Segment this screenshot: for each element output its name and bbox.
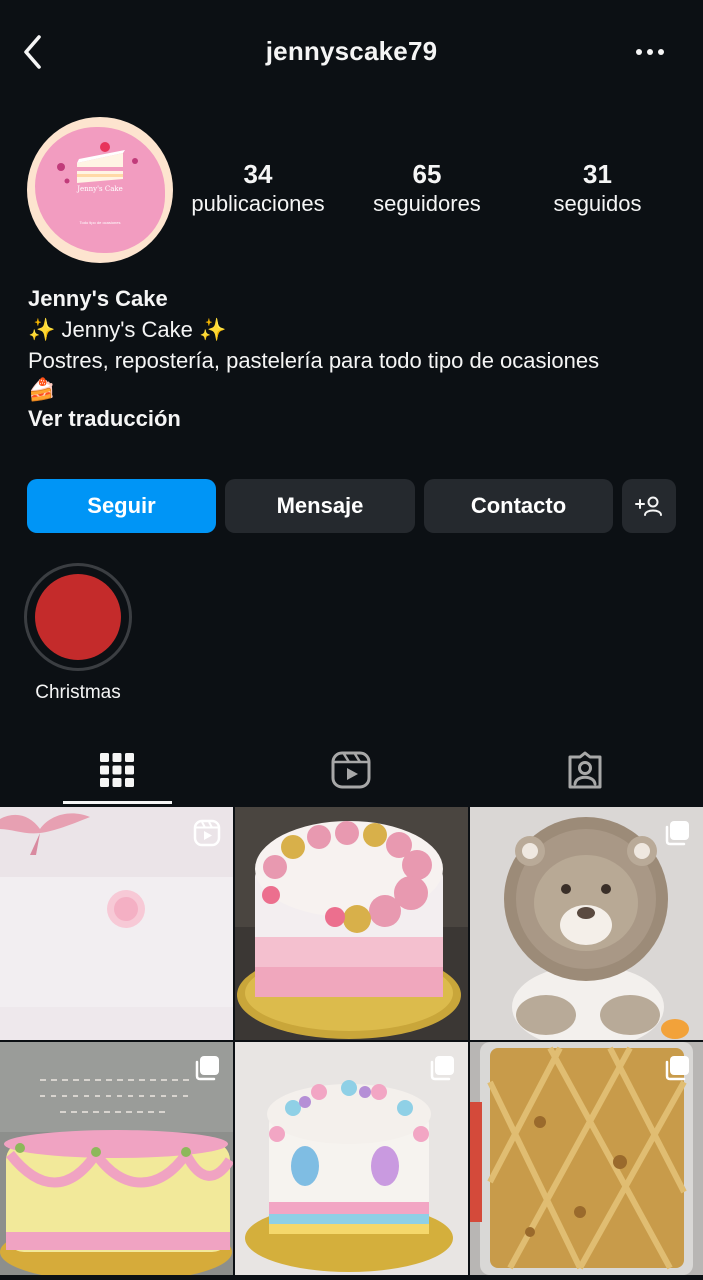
carousel-icon	[665, 821, 689, 846]
stat-following-label: seguidos	[553, 191, 642, 216]
reel-icon	[193, 819, 221, 847]
carousel-icon	[430, 1056, 454, 1081]
stat-following-count: 31	[583, 159, 612, 189]
post-thumbnail[interactable]	[0, 807, 233, 1040]
suggest-user-button[interactable]	[622, 479, 676, 533]
post-thumbnail[interactable]	[235, 1042, 468, 1275]
grid-icon	[100, 753, 134, 787]
stat-posts-label: publicaciones	[191, 191, 325, 216]
stat-followers-label: seguidores	[373, 191, 481, 216]
add-person-icon	[635, 496, 662, 516]
message-button[interactable]: Mensaje	[225, 479, 415, 533]
post-thumbnail[interactable]	[470, 1042, 703, 1275]
posts-grid	[0, 807, 703, 1280]
tab-posts-grid[interactable]	[62, 735, 172, 805]
carousel-icon	[665, 1056, 689, 1081]
stat-posts[interactable]: 34 publicaciones	[178, 158, 338, 218]
contact-button[interactable]: Contacto	[424, 479, 613, 533]
post-thumbnail[interactable]	[235, 807, 468, 1040]
tab-reels[interactable]	[296, 735, 406, 805]
reels-icon	[331, 751, 371, 789]
see-translation-link[interactable]: Ver traducción	[28, 404, 688, 434]
highlight-christmas[interactable]: Christmas	[24, 563, 132, 705]
profile-username: jennyscake79	[265, 36, 438, 66]
stat-posts-count: 34	[243, 159, 273, 189]
stat-followers[interactable]: 65 seguidores	[352, 158, 502, 218]
post-thumbnail[interactable]	[0, 1042, 233, 1275]
carousel-icon	[195, 1056, 219, 1081]
bio-line-description: Postres, repostería, pastelería para tod…	[28, 348, 600, 373]
cake-emoji-icon: 🍰	[28, 377, 56, 402]
follow-button[interactable]: Seguir	[27, 479, 216, 533]
highlight-cover	[35, 574, 121, 660]
bio-display-name: Jenny's Cake	[28, 286, 168, 311]
tab-tagged[interactable]	[530, 735, 640, 805]
bio-line-title: ✨ Jenny's Cake ✨	[28, 317, 227, 342]
tagged-icon	[568, 751, 602, 789]
active-tab-indicator	[63, 801, 172, 804]
highlight-ring	[24, 563, 132, 671]
profile-tabs	[0, 735, 703, 805]
stat-followers-count: 65	[412, 159, 442, 189]
top-bar: jennyscake79	[0, 0, 703, 104]
highlight-label: Christmas	[35, 682, 121, 703]
profile-stats: 34 publicaciones 65 seguidores 31 seguid…	[0, 158, 703, 228]
more-options-button[interactable]	[635, 40, 665, 64]
post-image-rosette-cake	[235, 807, 468, 1040]
profile-bio: Jenny's Cake ✨ Jenny's Cake ✨ Postres, r…	[28, 284, 688, 434]
stat-following[interactable]: 31 seguidos	[530, 158, 665, 218]
more-horizontal-icon	[636, 49, 664, 55]
post-thumbnail[interactable]	[470, 807, 703, 1040]
